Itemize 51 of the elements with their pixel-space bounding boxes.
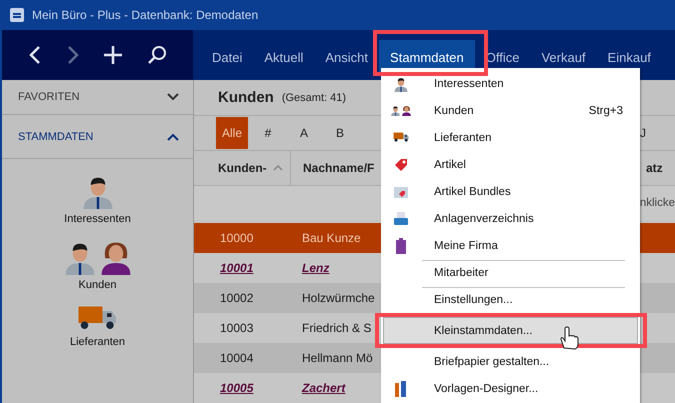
table-cell: Holzwürmche — [302, 291, 375, 305]
menu-item[interactable]: Anlagenverzeichnis — [383, 205, 638, 232]
letter-filter-tab[interactable]: A — [288, 117, 320, 149]
table-cell-text: 10004 — [220, 351, 254, 365]
menu-tab[interactable]: Datei — [201, 40, 254, 74]
letter-filter-tab[interactable]: B — [324, 117, 356, 149]
two-people-icon — [390, 105, 412, 116]
table-cell-text: 10003 — [220, 321, 254, 335]
menu-tab[interactable]: Aktuell — [253, 40, 314, 74]
sidebar-item[interactable]: Interessenten — [2, 173, 193, 225]
window-title: Mein Büro - Plus - Datenbank: Demodaten — [32, 8, 258, 22]
sort-ascending-icon — [272, 165, 283, 171]
menu-item[interactable]: Kleinstammdaten... — [383, 317, 638, 344]
printer-icon — [393, 210, 409, 226]
menu-item[interactable]: Briefpapier gestalten... — [383, 348, 638, 375]
shortcut-label: Strg+3 — [588, 104, 623, 116]
table-cell-text: 10001 — [220, 261, 254, 275]
menu-item[interactable]: Vorlagen-Designer... — [383, 375, 638, 402]
table-cell: Zachert — [302, 381, 346, 395]
column-header[interactable]: Nachname/F — [303, 161, 374, 175]
menu-item[interactable]: Artikel Bundles — [383, 178, 638, 205]
hand-cursor-icon — [558, 326, 580, 350]
table-cell-text: 10002 — [220, 291, 254, 305]
filter-hint: nklicke — [640, 197, 675, 209]
table-cell: Friedrich & S — [302, 321, 372, 335]
menu-tab[interactable]: Ansicht — [314, 40, 380, 74]
folder-tag-icon — [393, 184, 409, 198]
column-header[interactable]: atz — [646, 161, 663, 175]
truck-icon — [392, 132, 410, 143]
chevron-down-icon — [167, 93, 179, 101]
sidebar-item[interactable]: Kunden — [2, 239, 193, 291]
truck-icon — [76, 305, 118, 332]
menu-item[interactable]: Meine Firma — [383, 232, 638, 259]
record-count: (Gesamt: 41) — [282, 92, 346, 104]
person-icon — [393, 76, 409, 92]
table-cell: Hellmann Mö — [302, 351, 373, 365]
menu-item[interactable]: Artikel — [383, 151, 638, 178]
letter-filter-tab[interactable]: Alle — [216, 117, 248, 149]
pencils-icon — [394, 380, 408, 396]
page-title: Kunden — [218, 89, 274, 106]
chevron-up-icon — [167, 132, 179, 140]
table-cell: Bau Kunze — [302, 231, 361, 245]
sidebar-item[interactable]: Lieferanten — [2, 305, 193, 348]
app-logo-icon — [10, 8, 24, 22]
column-header[interactable]: Kunden- — [218, 161, 267, 175]
tag-icon — [393, 156, 409, 172]
table-cell-text: 10005 — [220, 381, 254, 395]
table-cell-text: 10000 — [220, 231, 254, 245]
letter-filter-tab[interactable]: # — [252, 117, 284, 149]
building-icon — [395, 238, 407, 254]
table-cell: Lenz — [302, 261, 330, 275]
